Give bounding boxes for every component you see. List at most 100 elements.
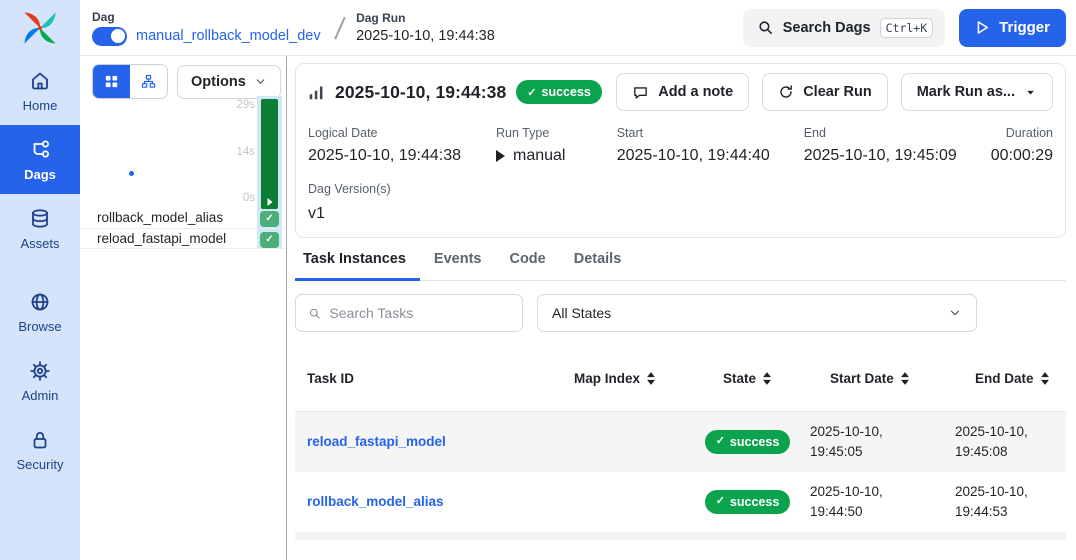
sidebar-item-home[interactable]: Home <box>0 56 80 125</box>
dag-run-label: Dag Run <box>356 11 406 25</box>
run-duration-bar[interactable] <box>261 99 278 209</box>
manual-run-triangle-icon <box>267 198 272 206</box>
main-area: Dag manual_rollback_model_dev Dag Run 20… <box>80 0 1076 560</box>
col-task-id: Task ID <box>307 371 355 386</box>
task-status-badge: ✓ success <box>704 490 791 514</box>
search-icon <box>309 308 320 319</box>
next-row-edge <box>295 532 1066 540</box>
task-search-input[interactable] <box>329 305 510 321</box>
add-note-button[interactable]: Add a note <box>616 73 750 111</box>
pinwheel-logo-icon <box>24 12 56 44</box>
sidebar-item-assets[interactable]: Assets <box>0 194 80 263</box>
table-row: reload_fastapi_model ✓ success 2025-10-10… <box>295 412 1066 472</box>
sidebar-item-dags[interactable]: Dags <box>0 125 80 194</box>
grid-task-rollback-model-alias[interactable]: rollback_model_alias <box>80 208 286 229</box>
search-dags-button[interactable]: Search Dags Ctrl+K <box>742 8 946 47</box>
run-summary-card: 2025-10-10, 19:44:38 ✓ success Add a not… <box>295 63 1066 238</box>
state-filter-value: All States <box>552 305 612 321</box>
options-label: Options <box>191 73 246 90</box>
sidebar-item-browse[interactable]: Browse <box>0 277 80 346</box>
sidebar-item-label: Browse <box>18 319 62 334</box>
table-row: rollback_model_alias ✓ success 2025-10-10… <box>295 472 1066 532</box>
run-meta-row: Logical Date 2025-10-10, 19:44:38 Run Ty… <box>308 126 1053 165</box>
grid-task-list: rollback_model_alias reload_fastapi_mode… <box>80 208 286 249</box>
cell-end-date: 2025-10-10, 19:45:08 <box>955 424 1028 459</box>
sort-icon[interactable] <box>900 371 910 386</box>
cell-start-date: 2025-10-10, 19:44:50 <box>810 484 883 519</box>
col-map-index[interactable]: Map Index <box>545 371 685 386</box>
tab-code[interactable]: Code <box>495 251 559 281</box>
tab-details[interactable]: Details <box>560 251 636 281</box>
content-split: Options 29s 14s 0s rollback_model_alias … <box>80 56 1076 560</box>
globe-icon <box>31 293 49 311</box>
lock-icon <box>33 432 47 449</box>
dag-pause-toggle[interactable] <box>92 26 127 46</box>
col-end-date[interactable]: End Date <box>955 371 1066 386</box>
gear-icon <box>30 361 50 381</box>
tab-events[interactable]: Events <box>420 251 496 281</box>
database-icon <box>32 209 48 228</box>
trigger-label: Trigger <box>999 19 1050 36</box>
dag-name-link[interactable]: manual_rollback_model_dev <box>136 28 321 44</box>
caret-down-icon <box>1027 90 1034 95</box>
task-link-reload-fastapi-model[interactable]: reload_fastapi_model <box>295 432 545 452</box>
dag-breadcrumb: Dag manual_rollback_model_dev <box>92 10 321 46</box>
options-button[interactable]: Options <box>177 64 281 99</box>
clear-run-button[interactable]: Clear Run <box>762 73 888 111</box>
search-icon <box>759 21 772 34</box>
sidebar-item-label: Assets <box>20 236 60 251</box>
mark-run-as-button[interactable]: Mark Run as... <box>900 73 1053 111</box>
trigger-button[interactable]: Trigger <box>959 8 1066 47</box>
run-title: 2025-10-10, 19:44:38 <box>335 81 507 102</box>
sidebar-item-label: Home <box>22 98 58 113</box>
sidebar-section-gap <box>0 263 80 277</box>
dag-run-id: 2025-10-10, 19:44:38 <box>356 28 495 44</box>
sort-icon[interactable] <box>762 371 772 386</box>
manual-run-icon <box>496 150 505 162</box>
duration-tick-0s: 0s <box>242 192 255 204</box>
graph-view-icon <box>141 74 156 88</box>
tab-task-instances[interactable]: Task Instances <box>295 251 420 281</box>
sort-icon[interactable] <box>1040 371 1050 386</box>
note-bubble-icon <box>634 86 648 99</box>
home-icon <box>32 72 48 90</box>
grid-view-button[interactable] <box>93 65 130 98</box>
meta-start: Start 2025-10-10, 19:44:40 <box>616 126 770 164</box>
cell-start-date: 2025-10-10, 19:45:05 <box>810 424 883 459</box>
col-start-date[interactable]: Start Date <box>810 371 955 386</box>
sort-icon[interactable] <box>646 371 656 386</box>
cell-end-date: 2025-10-10, 19:44:53 <box>955 484 1028 519</box>
grid-view-icon <box>105 75 118 88</box>
sidebar-item-label: Admin <box>21 388 59 403</box>
detail-panel: 2025-10-10, 19:44:38 ✓ success Add a not… <box>287 56 1076 560</box>
dag-run-breadcrumb: Dag Run 2025-10-10, 19:44:38 <box>356 11 495 44</box>
graph-view-button[interactable] <box>130 65 167 98</box>
table-header-row: Task ID Map Index State Start Date End D… <box>295 346 1066 412</box>
chevron-down-icon <box>950 310 960 316</box>
bar-chart-icon <box>309 86 323 99</box>
cell-state: ✓ success <box>685 430 810 454</box>
grid-blue-dot <box>129 171 134 176</box>
meta-duration: Duration 00:00:29 <box>990 126 1053 164</box>
airflow-app: Home Dags Assets Browse Admin Security D… <box>0 0 1076 560</box>
sidebar-item-admin[interactable]: Admin <box>0 346 80 415</box>
duration-tick-14s: 14s <box>236 146 255 158</box>
task-status-badge: ✓ success <box>704 430 791 454</box>
task-state-square-rollback[interactable]: ✓ <box>260 210 279 227</box>
play-icon <box>977 21 989 34</box>
task-state-square-reload[interactable]: ✓ <box>260 231 279 248</box>
view-toggle-group <box>92 64 168 99</box>
sidebar-item-label: Security <box>16 457 64 472</box>
run-status-badge: ✓ success <box>516 80 602 104</box>
search-shortcut-kbd: Ctrl+K <box>879 17 934 38</box>
airflow-logo[interactable] <box>0 0 80 56</box>
task-link-rollback-model-alias[interactable]: rollback_model_alias <box>295 492 545 512</box>
topbar: Dag manual_rollback_model_dev Dag Run 20… <box>80 0 1076 56</box>
state-filter-select[interactable]: All States <box>537 294 977 332</box>
task-search-box <box>295 294 523 332</box>
sidebar-item-security[interactable]: Security <box>0 415 80 484</box>
search-dags-label: Search Dags <box>782 19 871 36</box>
grid-panel: Options 29s 14s 0s rollback_model_alias … <box>80 56 287 560</box>
grid-task-reload-fastapi-model[interactable]: reload_fastapi_model <box>80 229 286 249</box>
col-state[interactable]: State <box>685 371 810 386</box>
